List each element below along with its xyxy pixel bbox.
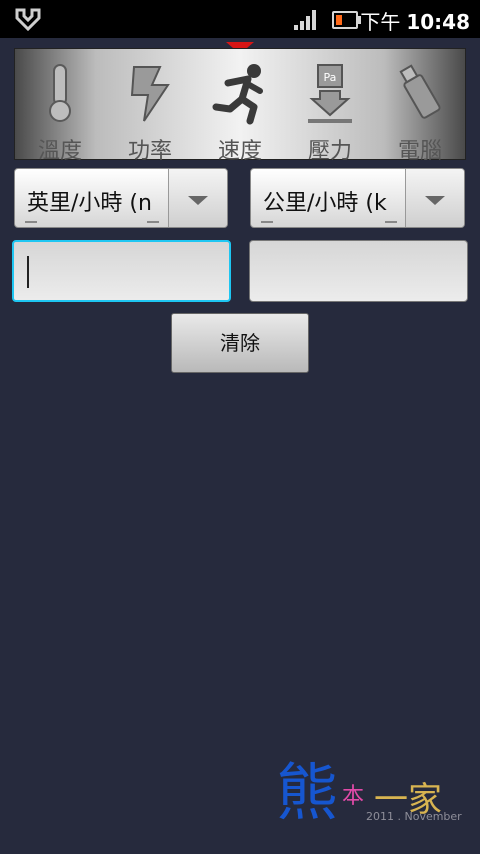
category-label: 壓力 [307, 139, 352, 164]
category-label: 功率 [127, 139, 172, 164]
pressure-pa-icon: Pa [308, 64, 352, 123]
thermometer-icon [49, 64, 71, 122]
category-pressure[interactable]: Pa 壓力 [285, 57, 375, 164]
status-clock: 下午 10:48 [360, 6, 470, 35]
text-cursor [27, 256, 29, 288]
clear-button[interactable]: 清除 [171, 313, 309, 373]
svg-text:Pa: Pa [324, 71, 337, 84]
chevron-down-icon[interactable] [168, 169, 227, 227]
running-person-icon [212, 64, 263, 125]
from-unit-dropdown[interactable]: 英里/小時 (n [14, 168, 228, 228]
category-label: 溫度 [37, 139, 82, 164]
battery-low-icon [332, 11, 361, 29]
usb-mode-icon [14, 7, 42, 32]
status-bar: 下午 10:48 [0, 0, 480, 38]
category-carousel[interactable]: 溫度 功率 速度 Pa 壓力 電腦 [14, 48, 466, 164]
watermark: 熊 本 一家 2011 . November [270, 742, 470, 832]
output-value-field[interactable] [249, 240, 468, 302]
usb-drive-icon [399, 64, 441, 119]
input-value-field[interactable] [12, 240, 231, 302]
clock-time: 10:48 [406, 10, 470, 34]
category-speed[interactable]: 速度 [195, 57, 285, 164]
category-label: 速度 [217, 139, 262, 164]
clock-ampm: 下午 [360, 10, 401, 34]
category-temperature[interactable]: 溫度 [15, 57, 105, 164]
watermark-date: 2011 . November [366, 810, 462, 823]
signal-strength-icon [294, 10, 318, 30]
watermark-main: 熊 [276, 756, 339, 829]
category-computer[interactable]: 電腦 [375, 57, 465, 164]
category-label: 電腦 [397, 139, 442, 164]
power-bolt-icon [130, 66, 170, 122]
category-power[interactable]: 功率 [105, 57, 195, 164]
chevron-down-icon[interactable] [405, 169, 464, 227]
watermark-small: 本 [342, 784, 365, 809]
from-unit-value: 英里/小時 (n [27, 191, 152, 216]
to-unit-value: 公里/小時 (k [263, 191, 387, 216]
to-unit-dropdown[interactable]: 公里/小時 (k [250, 168, 465, 228]
